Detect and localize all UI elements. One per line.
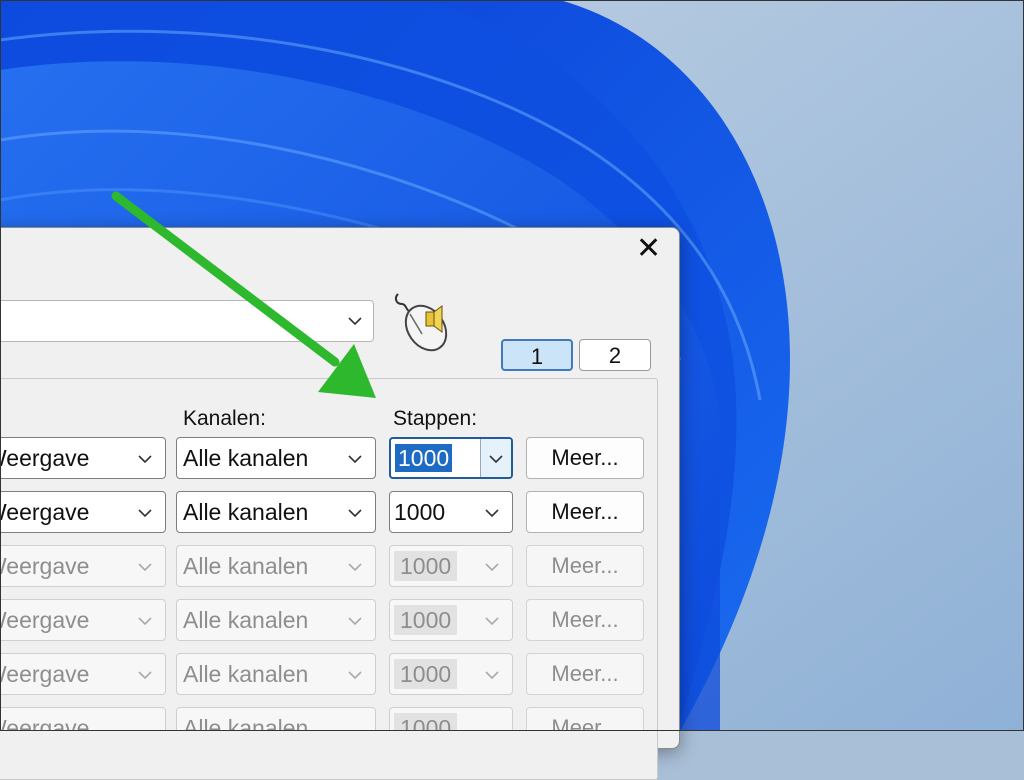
mixer-row: Weergave Alle kanalen 1000 Meer... [0, 437, 680, 481]
chevron-down-icon [138, 509, 152, 518]
channels-dropdown[interactable]: Alle kanalen [176, 437, 376, 479]
playback-value: Weergave [0, 607, 90, 633]
more-button: Meer... [526, 599, 644, 641]
more-button: Meer... [526, 653, 644, 695]
steps-combobox: 1000 [389, 653, 513, 695]
mixer-row: Weergave Alle kanalen 1000 Meer... [0, 707, 680, 731]
mixer-row: Weergave Alle kanalen 1000 Meer... [0, 491, 680, 535]
close-button[interactable]: ✕ [636, 234, 661, 266]
playback-dropdown: Weergave [0, 545, 166, 587]
steps-combobox: 1000 [389, 707, 513, 731]
steps-value: 1000 [394, 605, 458, 635]
playback-value: Weergave [0, 499, 90, 525]
channels-value: Alle kanalen [183, 607, 309, 633]
playback-dropdown: Weergave [0, 599, 166, 641]
steps-combobox: 1000 [389, 545, 513, 587]
chevron-down-icon [489, 455, 503, 464]
chevron-down-icon [348, 563, 362, 572]
playback-value: Weergave [0, 661, 90, 687]
playback-value: Weergave [0, 445, 90, 471]
playback-dropdown[interactable]: Weergave [0, 491, 166, 533]
playback-dropdown: Weergave [0, 707, 166, 731]
chevron-down-icon [348, 509, 362, 518]
mixer-row: Weergave Alle kanalen 1000 Meer... [0, 545, 680, 589]
chevron-down-icon [485, 617, 499, 626]
channels-dropdown: Alle kanalen [176, 653, 376, 695]
channels-dropdown[interactable]: Alle kanalen [176, 491, 376, 533]
steps-value: 1000 [394, 713, 458, 731]
playback-dropdown: Weergave [0, 653, 166, 695]
steps-column-label: Stappen: [393, 407, 478, 430]
chevron-down-icon [348, 317, 362, 326]
chevron-down-icon [138, 563, 152, 572]
channels-dropdown: Alle kanalen [176, 599, 376, 641]
steps-value: 1000 [394, 499, 446, 525]
channels-value: Alle kanalen [183, 661, 309, 687]
page-button-1[interactable]: 1 [501, 339, 573, 371]
chevron-down-icon [485, 563, 499, 572]
channels-value: Alle kanalen [183, 499, 309, 525]
chevron-down-icon [348, 617, 362, 626]
more-button: Meer... [526, 545, 644, 587]
page-button-2[interactable]: 2 [579, 339, 651, 371]
more-button[interactable]: Meer... [526, 437, 644, 479]
channels-dropdown: Alle kanalen [176, 545, 376, 587]
channels-value: Alle kanalen [183, 445, 309, 471]
steps-value: 1000 [394, 551, 458, 581]
device-dropdown[interactable] [0, 300, 374, 342]
playback-value: Weergave [0, 715, 90, 731]
chevron-down-icon [348, 455, 362, 464]
chevron-down-icon [138, 455, 152, 464]
channels-value: Alle kanalen [183, 715, 309, 731]
steps-combobox[interactable]: 1000 [389, 491, 513, 533]
chevron-down-icon [138, 671, 152, 680]
steps-value[interactable]: 1000 [395, 444, 453, 472]
playback-dropdown[interactable]: Weergave [0, 437, 166, 479]
channels-value: Alle kanalen [183, 553, 309, 579]
mixer-row: Weergave Alle kanalen 1000 Meer... [0, 653, 680, 697]
channels-dropdown: Alle kanalen [176, 707, 376, 731]
steps-combobox: 1000 [389, 599, 513, 641]
mixer-row: Weergave Alle kanalen 1000 Meer... [0, 599, 680, 643]
chevron-down-icon [485, 671, 499, 680]
chevron-down-icon [138, 617, 152, 626]
more-button: Meer... [526, 707, 644, 731]
more-button[interactable]: Meer... [526, 491, 644, 533]
steps-value: 1000 [394, 659, 458, 689]
chevron-down-icon [348, 671, 362, 680]
chevron-down-icon [485, 509, 499, 518]
channels-column-label: Kanalen: [183, 407, 266, 430]
steps-dropdown-button[interactable] [480, 439, 511, 477]
steps-combobox[interactable]: 1000 [389, 437, 513, 479]
playback-value: Weergave [0, 553, 90, 579]
mouse-speaker-icon [394, 293, 448, 352]
